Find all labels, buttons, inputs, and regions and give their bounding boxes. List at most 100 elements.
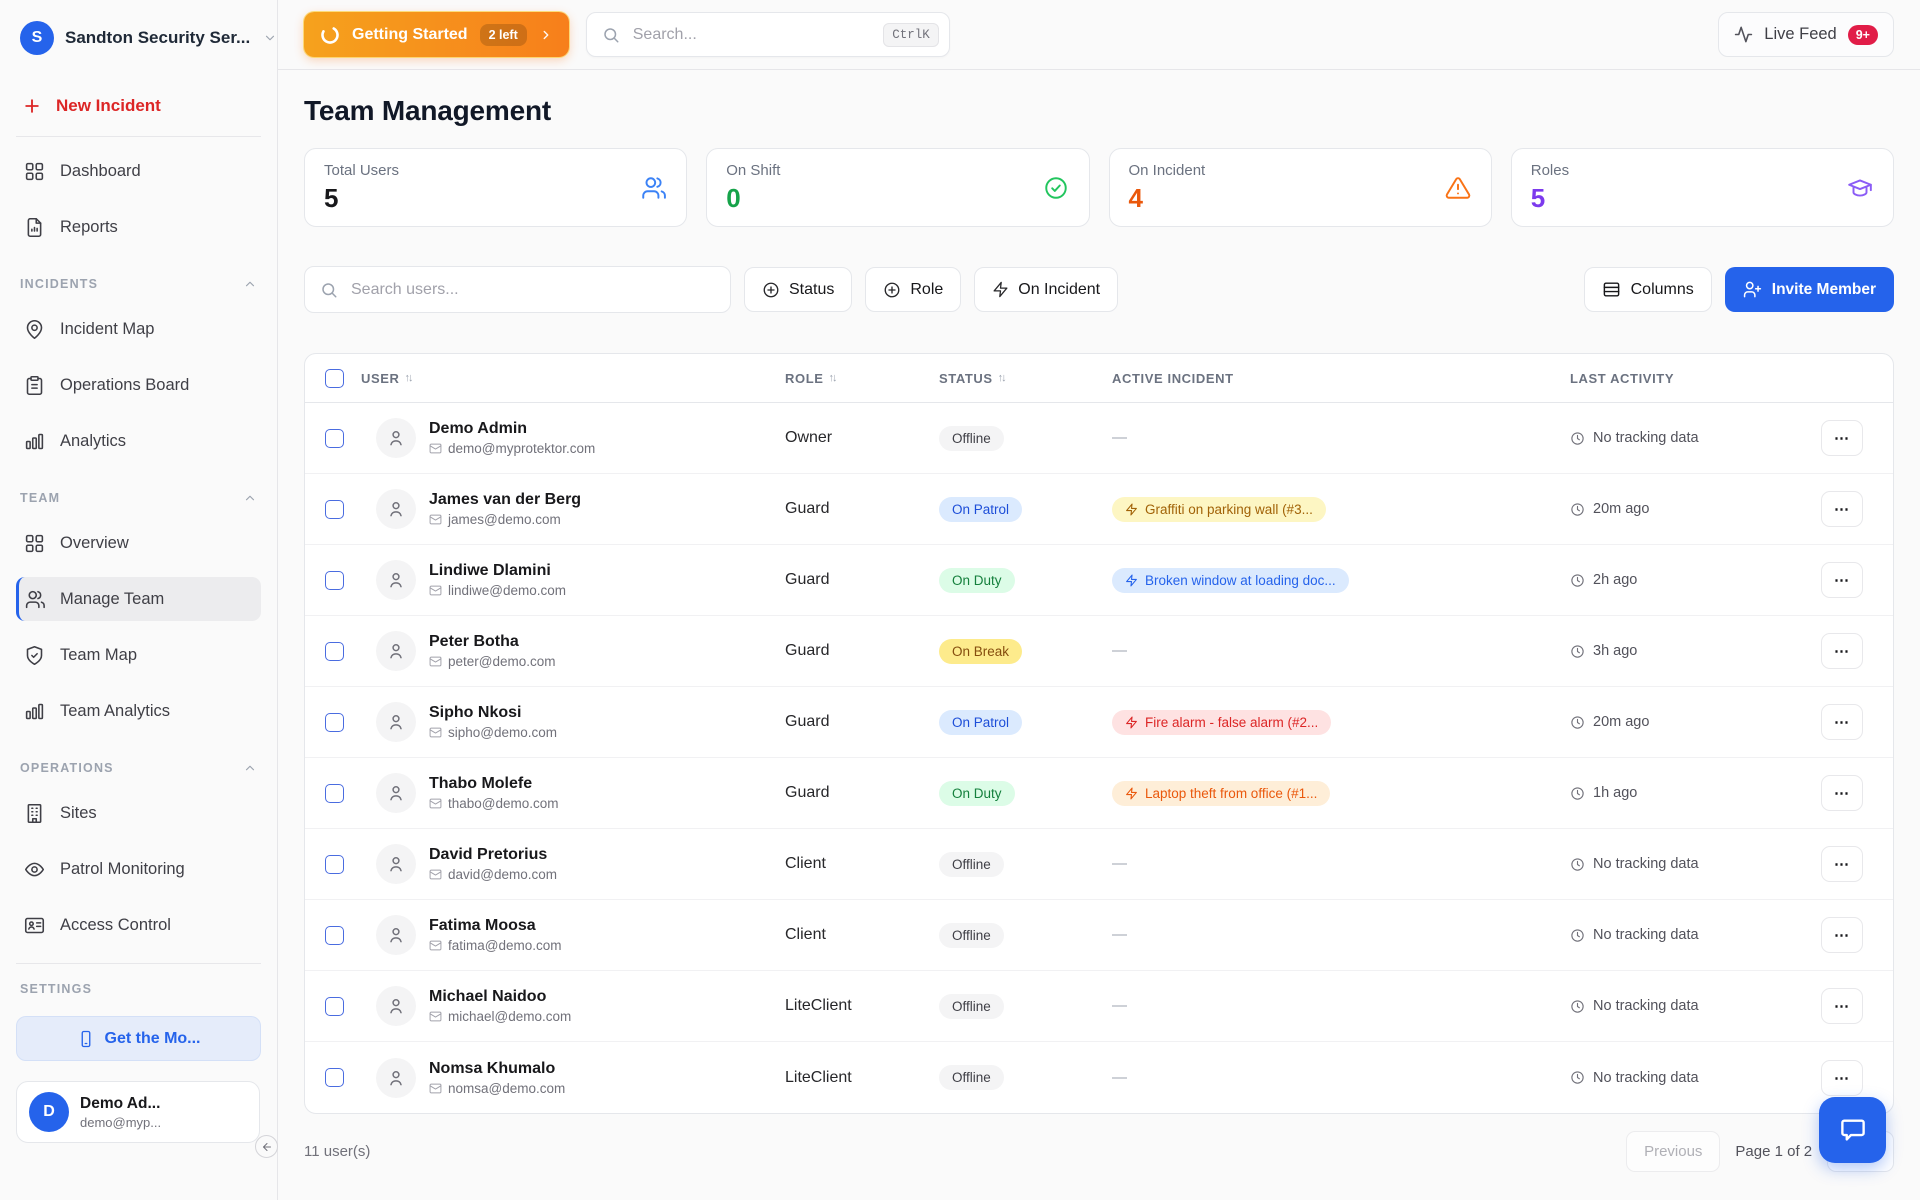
column-header-role[interactable]: ROLE ↑↓: [785, 371, 939, 386]
row-checkbox[interactable]: [325, 1068, 344, 1087]
row-checkbox[interactable]: [325, 500, 344, 519]
row-actions-button[interactable]: ⋯: [1821, 704, 1863, 740]
last-activity-text: 2h ago: [1593, 572, 1637, 588]
table-row: Nomsa Khumalo nomsa@demo.com LiteClient …: [305, 1042, 1893, 1113]
select-all-checkbox[interactable]: [325, 369, 344, 388]
row-actions-button[interactable]: ⋯: [1821, 420, 1863, 456]
active-incident-badge[interactable]: Fire alarm - false alarm (#2...: [1112, 710, 1331, 735]
user-email: lindiwe@demo.com: [429, 583, 566, 598]
global-search-input[interactable]: [631, 25, 872, 45]
stat-value: 0: [726, 183, 1069, 214]
row-checkbox[interactable]: [325, 571, 344, 590]
table-row: Peter Botha peter@demo.com Guard On Brea…: [305, 616, 1893, 687]
live-feed-button[interactable]: Live Feed 9+: [1718, 12, 1894, 57]
on-incident-filter-button[interactable]: On Incident: [974, 267, 1118, 312]
section-header-incidents[interactable]: INCIDENTS: [20, 273, 257, 295]
get-mobile-app-button[interactable]: Get the Mo...: [16, 1016, 261, 1061]
role-filter-button[interactable]: Role: [865, 267, 961, 312]
section-header-operations[interactable]: OPERATIONS: [20, 757, 257, 779]
user-role: Client: [785, 926, 939, 944]
column-header-status[interactable]: STATUS ↑↓: [939, 371, 1112, 386]
status-badge: Offline: [939, 923, 1004, 948]
app-root: S Sandton Security Ser... New Incident D…: [0, 0, 1920, 1200]
new-incident-button[interactable]: New Incident: [16, 86, 261, 126]
section-header-team[interactable]: TEAM: [20, 487, 257, 509]
row-checkbox[interactable]: [325, 429, 344, 448]
avatar: [376, 773, 416, 813]
row-actions-button[interactable]: ⋯: [1821, 633, 1863, 669]
sidebar-item-sites[interactable]: Sites: [16, 791, 261, 835]
table-columns-icon: [1602, 280, 1621, 299]
row-actions-button[interactable]: ⋯: [1821, 491, 1863, 527]
sidebar-section-incidents: INCIDENTS Incident Map Operations Board: [16, 273, 261, 463]
sidebar-item-incident-map[interactable]: Incident Map: [16, 307, 261, 351]
sidebar-item-analytics[interactable]: Analytics: [16, 419, 261, 463]
clock-icon: [1570, 786, 1585, 801]
sidebar-item-patrol-monitoring[interactable]: Patrol Monitoring: [16, 847, 261, 891]
row-checkbox[interactable]: [325, 855, 344, 874]
search-icon: [602, 26, 620, 44]
row-checkbox[interactable]: [325, 713, 344, 732]
chevron-up-icon: [243, 761, 257, 775]
previous-page-button[interactable]: Previous: [1626, 1131, 1720, 1172]
row-actions-button[interactable]: ⋯: [1821, 775, 1863, 811]
lightning-bolt-icon: [1125, 716, 1138, 729]
avatar: [376, 631, 416, 671]
getting-started-banner[interactable]: Getting Started 2 left: [304, 12, 569, 57]
sidebar-item-label: Manage Team: [60, 590, 164, 609]
user-name: David Pretorius: [429, 846, 557, 864]
table-header-row: USER ↑↓ ROLE ↑↓ STATUS ↑↓ ACTIVE INCIDEN…: [305, 354, 1893, 403]
user-email: demo@myprotektor.com: [429, 441, 595, 456]
sidebar-item-overview[interactable]: Overview: [16, 521, 261, 565]
sort-arrows-icon: ↑↓: [405, 372, 412, 384]
no-incident-dash: —: [1112, 855, 1127, 872]
columns-label: Columns: [1631, 281, 1694, 299]
row-actions-button[interactable]: ⋯: [1821, 988, 1863, 1024]
sidebar-item-reports[interactable]: Reports: [16, 205, 261, 249]
sort-arrows-icon: ↑↓: [829, 372, 836, 384]
active-incident-badge[interactable]: Broken window at loading doc...: [1112, 568, 1349, 593]
section-header-settings[interactable]: SETTINGS: [20, 978, 257, 1000]
current-user-card[interactable]: D Demo Ad... demo@myp...: [16, 1081, 260, 1143]
chat-widget-button[interactable]: [1819, 1097, 1886, 1163]
org-switcher[interactable]: S Sandton Security Ser...: [20, 20, 257, 56]
status-filter-button[interactable]: Status: [744, 267, 852, 312]
active-incident-badge[interactable]: Laptop theft from office (#1...: [1112, 781, 1330, 806]
row-checkbox[interactable]: [325, 926, 344, 945]
user-email-text: lindiwe@demo.com: [448, 583, 566, 598]
last-activity-text: 3h ago: [1593, 643, 1637, 659]
row-actions-button[interactable]: ⋯: [1821, 562, 1863, 598]
users-search-input[interactable]: [349, 280, 715, 300]
active-incident-badge[interactable]: Graffiti on parking wall (#3...: [1112, 497, 1326, 522]
sidebar-item-dashboard[interactable]: Dashboard: [16, 149, 261, 193]
sidebar-item-team-analytics[interactable]: Team Analytics: [16, 689, 261, 733]
row-checkbox[interactable]: [325, 997, 344, 1016]
clock-icon: [1570, 573, 1585, 588]
avatar: [376, 986, 416, 1026]
row-actions-button[interactable]: ⋯: [1821, 846, 1863, 882]
sidebar-section-team: TEAM Overview Manage Team: [16, 487, 261, 733]
sidebar-item-team-map[interactable]: Team Map: [16, 633, 261, 677]
get-mobile-app-label: Get the Mo...: [105, 1030, 201, 1048]
status-badge: On Patrol: [939, 497, 1022, 522]
sidebar-collapse-button[interactable]: [255, 1135, 278, 1158]
report-file-icon: [24, 217, 45, 238]
columns-button[interactable]: Columns: [1584, 267, 1712, 312]
active-incident-label: Broken window at loading doc...: [1145, 573, 1336, 588]
invite-member-button[interactable]: Invite Member: [1725, 267, 1894, 312]
row-checkbox[interactable]: [325, 642, 344, 661]
user-role: Client: [785, 855, 939, 873]
column-header-user[interactable]: USER ↑↓: [361, 371, 785, 386]
sidebar-item-access-control[interactable]: Access Control: [16, 903, 261, 947]
lightning-bolt-icon: [1125, 503, 1138, 516]
sidebar-item-operations-board[interactable]: Operations Board: [16, 363, 261, 407]
no-incident-dash: —: [1112, 1069, 1127, 1086]
plus-circle-icon: [762, 281, 780, 299]
building-icon: [24, 803, 45, 824]
sidebar-item-manage-team[interactable]: Manage Team: [16, 577, 261, 621]
row-actions-button[interactable]: ⋯: [1821, 917, 1863, 953]
row-actions-button[interactable]: ⋯: [1821, 1060, 1863, 1096]
sidebar-item-label: Operations Board: [60, 376, 189, 395]
row-checkbox[interactable]: [325, 784, 344, 803]
alert-triangle-icon: [1445, 175, 1471, 201]
